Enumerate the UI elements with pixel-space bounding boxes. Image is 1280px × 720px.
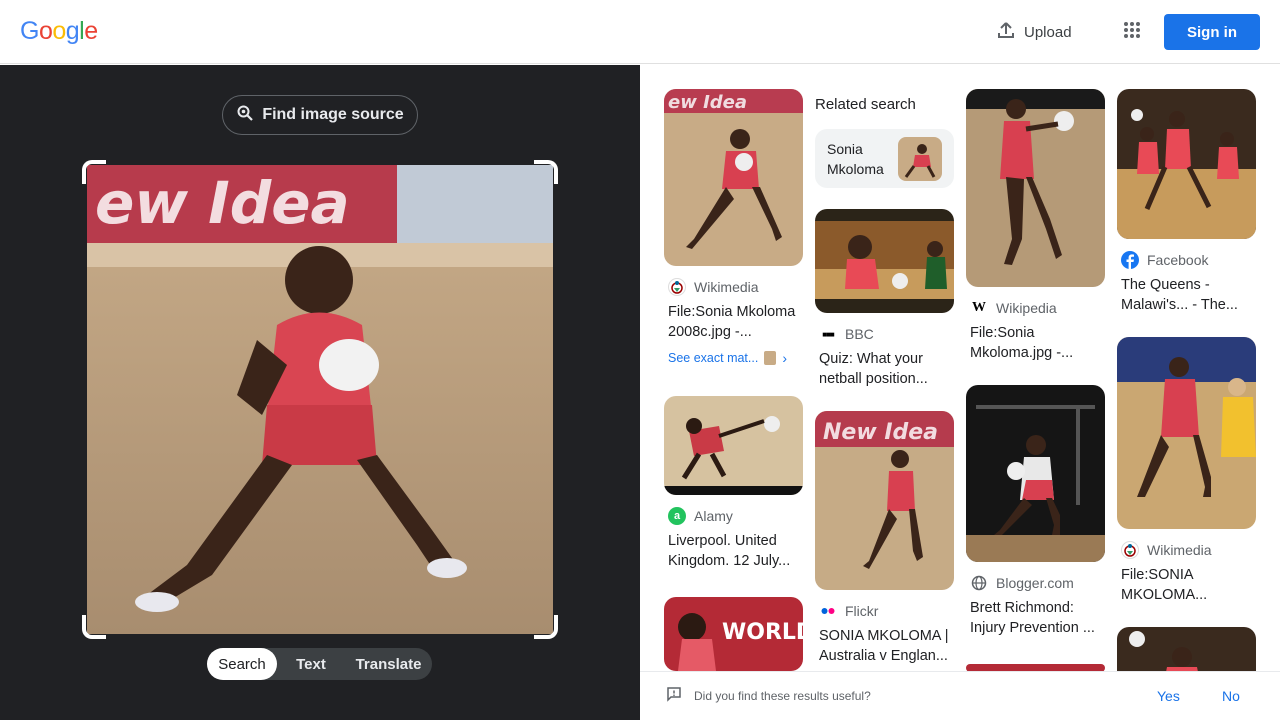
feedback-icon bbox=[666, 686, 682, 707]
wikimedia-icon bbox=[668, 278, 686, 296]
logo-letter: e bbox=[84, 17, 98, 45]
result-source: Blogger.com bbox=[996, 575, 1074, 591]
result-title[interactable]: Liverpool. United Kingdom. 12 July... bbox=[664, 531, 803, 571]
result-card[interactable]: a Alamy Liverpool. United Kingdom. 12 Ju… bbox=[664, 396, 803, 571]
logo-letter: g bbox=[65, 17, 80, 45]
exact-match-label: See exact mat... bbox=[668, 351, 759, 365]
svg-text:WORLD: WORLD bbox=[722, 620, 803, 645]
result-card[interactable]: New Idea Flickr SONIA MKOLOMA | Australi… bbox=[815, 411, 954, 666]
wikipedia-icon: W bbox=[970, 299, 988, 317]
logo-letter: G bbox=[20, 17, 39, 45]
result-source: Wikipedia bbox=[996, 300, 1057, 316]
related-search-thumbnail bbox=[898, 136, 942, 181]
upload-label: Upload bbox=[1024, 23, 1072, 41]
feedback-no-button[interactable]: No bbox=[1222, 688, 1240, 704]
header: Google Upload Sign in bbox=[0, 0, 1280, 64]
find-image-source-button[interactable]: Find image source bbox=[222, 95, 418, 135]
result-card[interactable]: Facebook The Queens - Malawi's... - The.… bbox=[1117, 89, 1256, 315]
mode-search-tab[interactable]: Search bbox=[207, 648, 277, 680]
query-image-panel: Find image source ew Idea Search Text Tr… bbox=[0, 65, 640, 720]
mode-text-tab[interactable]: Text bbox=[277, 648, 345, 680]
crop-handle-top-left[interactable] bbox=[82, 160, 106, 184]
result-thumbnail[interactable] bbox=[815, 209, 954, 313]
related-search-heading: Related search bbox=[815, 96, 916, 113]
result-source: Wikimedia bbox=[1147, 542, 1212, 558]
result-title[interactable]: File:SONIA MKOLOMA... bbox=[1117, 565, 1256, 605]
result-title[interactable]: File:Sonia Mkoloma.jpg -... bbox=[966, 323, 1105, 363]
result-card[interactable]: ■■■ BBC Quiz: What your netball position… bbox=[815, 209, 954, 389]
logo-letter: o bbox=[38, 17, 53, 45]
feedback-yes-button[interactable]: Yes bbox=[1157, 688, 1180, 704]
google-logo[interactable]: Google bbox=[20, 17, 98, 46]
result-card[interactable]: WORLD bbox=[664, 597, 803, 671]
upload-button[interactable]: Upload bbox=[984, 14, 1084, 50]
result-source: Flickr bbox=[845, 603, 879, 619]
result-card[interactable]: W Wikipedia File:Sonia Mkoloma.jpg -... bbox=[966, 89, 1105, 363]
result-thumbnail[interactable] bbox=[966, 385, 1105, 562]
sign-in-button[interactable]: Sign in bbox=[1164, 14, 1260, 50]
bbc-icon: ■■■ bbox=[819, 325, 837, 343]
globe-icon bbox=[970, 574, 988, 592]
upload-icon bbox=[996, 20, 1016, 44]
result-thumbnail[interactable] bbox=[966, 89, 1105, 287]
result-card[interactable]: Wikimedia File:SONIA MKOLOMA... bbox=[1117, 337, 1256, 605]
wikimedia-icon bbox=[1121, 541, 1139, 559]
results-panel: ew Idea Wikimedia File:Sonia Mkoloma 200… bbox=[640, 65, 1280, 720]
result-title[interactable]: Brett Richmond: Injury Prevention ... bbox=[966, 598, 1105, 638]
crop-handle-bottom-left[interactable] bbox=[82, 615, 106, 639]
apps-grid-icon bbox=[1123, 21, 1141, 44]
result-title[interactable]: The Queens - Malawi's... - The... bbox=[1117, 275, 1256, 315]
lens-search-icon bbox=[236, 104, 254, 127]
facebook-icon bbox=[1121, 251, 1139, 269]
logo-letter: o bbox=[52, 17, 66, 45]
result-title[interactable]: SONIA MKOLOMA | Australia v Englan... bbox=[815, 626, 954, 666]
feedback-question: Did you find these results useful? bbox=[694, 689, 871, 703]
result-title[interactable]: File:Sonia Mkoloma 2008c.jpg -... bbox=[664, 302, 803, 342]
result-source: Alamy bbox=[694, 508, 733, 524]
result-source: BBC bbox=[845, 326, 874, 342]
svg-text:New Idea: New Idea bbox=[823, 420, 938, 445]
flickr-icon bbox=[819, 602, 837, 620]
apps-grid-button[interactable] bbox=[1116, 16, 1148, 48]
chevron-right-icon: › bbox=[782, 350, 787, 366]
exact-match-thumbnail bbox=[764, 351, 777, 365]
mode-toggle: Search Text Translate bbox=[207, 648, 432, 680]
see-exact-matches-link[interactable]: See exact mat... › bbox=[664, 350, 803, 366]
result-thumbnail[interactable] bbox=[1117, 89, 1256, 239]
result-thumbnail[interactable] bbox=[664, 396, 803, 495]
result-source: Wikimedia bbox=[694, 279, 759, 295]
related-search-chip[interactable]: Sonia Mkoloma bbox=[815, 129, 954, 188]
mode-translate-tab[interactable]: Translate bbox=[345, 648, 432, 680]
svg-text:ew Idea: ew Idea bbox=[95, 169, 350, 237]
svg-text:ew Idea: ew Idea bbox=[668, 92, 747, 113]
crop-handle-top-right[interactable] bbox=[534, 160, 558, 184]
find-image-source-label: Find image source bbox=[262, 106, 404, 123]
alamy-icon: a bbox=[668, 507, 686, 525]
result-thumbnail[interactable]: ew Idea bbox=[664, 89, 803, 266]
crop-handle-bottom-right[interactable] bbox=[534, 615, 558, 639]
feedback-bar: Did you find these results useful? Yes N… bbox=[640, 671, 1280, 720]
related-search-label: Sonia Mkoloma bbox=[827, 140, 884, 177]
result-thumbnail[interactable] bbox=[1117, 337, 1256, 529]
result-thumbnail[interactable]: New Idea bbox=[815, 411, 954, 590]
result-title[interactable]: Quiz: What your netball position... bbox=[815, 349, 954, 389]
result-card[interactable]: Blogger.com Brett Richmond: Injury Preve… bbox=[966, 385, 1105, 638]
result-card[interactable]: ew Idea Wikimedia File:Sonia Mkoloma 200… bbox=[664, 89, 803, 366]
query-image[interactable]: ew Idea bbox=[87, 165, 553, 634]
result-thumbnail[interactable]: WORLD bbox=[664, 597, 803, 671]
result-source: Facebook bbox=[1147, 252, 1209, 268]
